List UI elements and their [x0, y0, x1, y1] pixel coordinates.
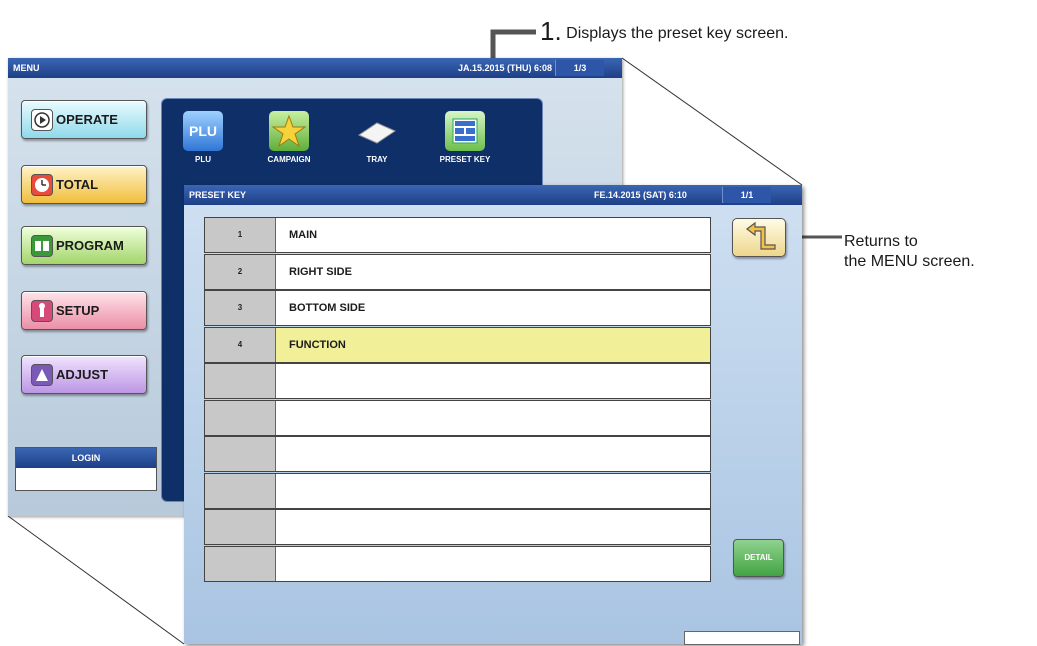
operate-button[interactable]: OPERATE	[21, 100, 147, 139]
total-button[interactable]: TOTAL	[21, 165, 147, 204]
menu-title: MENU	[13, 63, 40, 73]
program-button[interactable]: PROGRAM	[21, 226, 147, 265]
menu-page-indicator: 1/3	[555, 60, 604, 76]
return-text-line1: Returns to	[844, 233, 918, 250]
preset-key-row[interactable]: 1 MAIN	[204, 217, 711, 253]
setup-label: SETUP	[56, 303, 100, 318]
preset-key-row[interactable]	[204, 436, 711, 472]
preset-key-row[interactable]	[204, 363, 711, 399]
status-field	[684, 631, 800, 645]
operate-label: OPERATE	[56, 112, 118, 127]
step-text: Displays the preset key screen.	[566, 25, 789, 42]
preset-key-row[interactable]: 2 RIGHT SIDE	[204, 254, 711, 290]
return-arrow-icon	[746, 221, 776, 250]
play-icon	[31, 109, 53, 131]
plu-caption: PLU	[195, 155, 211, 164]
detail-button[interactable]: DETAIL	[733, 539, 784, 577]
preset-key-number	[205, 547, 276, 581]
preset-datetime: FE.14.2015 (SAT) 6:10	[594, 190, 687, 200]
star-icon	[269, 111, 309, 151]
adjust-button[interactable]: ADJUST	[21, 355, 147, 394]
preset-key-row[interactable]	[204, 473, 711, 509]
preset-key-number: 1	[205, 218, 276, 252]
preset-key-number	[205, 510, 276, 544]
preset-key-number: 2	[205, 255, 276, 289]
preset-key-row[interactable]: 4 FUNCTION	[204, 327, 711, 363]
return-text-line2: the MENU screen.	[844, 253, 975, 270]
preset-key-number	[205, 364, 276, 398]
campaign-caption: CAMPAIGN	[267, 155, 311, 164]
login-label: LOGIN	[16, 448, 156, 468]
program-label: PROGRAM	[56, 238, 124, 253]
total-label: TOTAL	[56, 177, 99, 192]
menu-datetime: JA.15.2015 (THU) 6:08	[458, 63, 553, 73]
adjust-label: ADJUST	[56, 367, 109, 382]
plu-icon-item[interactable]: PLU PLU	[168, 107, 238, 182]
preset-title: PRESET KEY	[189, 190, 247, 200]
scale-icon	[31, 364, 53, 386]
login-box[interactable]: LOGIN	[15, 447, 157, 491]
campaign-icon-item[interactable]: CAMPAIGN	[254, 107, 324, 182]
book-icon	[31, 235, 53, 257]
preset-key-name: BOTTOM SIDE	[289, 302, 366, 314]
wrench-icon	[31, 300, 53, 322]
preset-key-name: FUNCTION	[289, 339, 346, 351]
preset-key-name: RIGHT SIDE	[289, 266, 352, 278]
preset-key-row[interactable]: 3 BOTTOM SIDE	[204, 290, 711, 326]
preset-page-indicator: 1/1	[722, 187, 771, 203]
preset-key-screen: PRESET KEY FE.14.2015 (SAT) 6:10 1/1 1 MA…	[184, 185, 802, 645]
callout-return: Returns to the MENU screen.	[844, 232, 975, 272]
preset-key-number: 4	[205, 328, 276, 362]
preset-key-number	[205, 437, 276, 471]
preset-key-row[interactable]	[204, 546, 711, 582]
step-number: 1.	[540, 16, 562, 46]
preset-key-number	[205, 401, 276, 435]
plu-icon: PLU	[183, 111, 223, 151]
preset-key-row[interactable]	[204, 509, 711, 545]
tray-caption: TRAY	[366, 155, 388, 164]
setup-button[interactable]: SETUP	[21, 291, 147, 330]
menu-titlebar: MENU JA.15.2015 (THU) 6:08 1/3	[8, 58, 622, 78]
clock-icon	[31, 174, 53, 196]
preset-key-caption: PRESET KEY	[439, 155, 491, 164]
preset-key-number	[205, 474, 276, 508]
tray-icon-item[interactable]: TRAY	[342, 107, 412, 182]
return-button[interactable]	[732, 218, 786, 257]
preset-key-name: MAIN	[289, 229, 318, 241]
preset-key-icon	[445, 111, 485, 151]
preset-titlebar: PRESET KEY FE.14.2015 (SAT) 6:10 1/1	[184, 185, 802, 205]
preset-key-row[interactable]	[204, 400, 711, 436]
callout-step-1: 1. Displays the preset key screen.	[540, 16, 788, 47]
tray-icon	[357, 111, 397, 151]
preset-key-icon-item[interactable]: PRESET KEY	[430, 107, 500, 182]
preset-key-number: 3	[205, 291, 276, 325]
